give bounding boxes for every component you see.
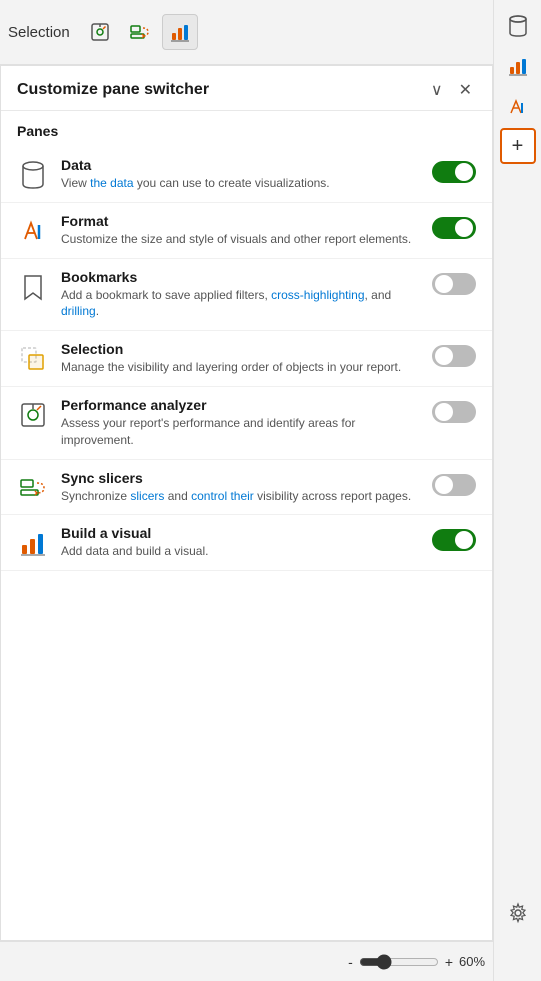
zoom-slider[interactable]	[359, 954, 439, 970]
pane-content-selection: Selection Manage the visibility and layer…	[61, 341, 420, 376]
desc-link[interactable]: drilling	[61, 304, 96, 318]
performance-analyzer-top-btn[interactable]	[82, 14, 118, 50]
pane-name-format: Format	[61, 213, 420, 229]
pane-content-build-visual: Build a visual Add data and build a visua…	[61, 525, 420, 560]
panel-close-btn[interactable]: ✕	[455, 78, 476, 102]
pane-content-sync-slicers: Sync slicers Synchronize slicers and cont…	[61, 470, 420, 505]
plus-icon: +	[512, 135, 524, 158]
sidebar-add-icon-btn[interactable]: +	[500, 128, 536, 164]
pane-icon-build-visual	[17, 527, 49, 559]
pane-toggle-btn-selection[interactable]	[432, 345, 476, 367]
pane-toggle-bookmarks	[432, 273, 476, 300]
pane-toggle-performance	[432, 401, 476, 428]
pane-toggle-build-visual	[432, 529, 476, 556]
pane-desc-sync-slicers: Synchronize slicers and control their vi…	[61, 488, 420, 505]
pane-item-data: Data View the data you can use to create …	[1, 147, 492, 203]
desc-link[interactable]: cross-highlighting	[271, 288, 364, 302]
pane-desc-data: View the data you can use to create visu…	[61, 175, 420, 192]
pane-icon-format	[17, 215, 49, 247]
pane-name-sync-slicers: Sync slicers	[61, 470, 420, 486]
panel-header-actions: ∨ ✕	[427, 78, 476, 102]
pane-content-format: Format Customize the size and style of vi…	[61, 213, 420, 248]
pane-icon-performance	[17, 399, 49, 431]
main-panel: Customize pane switcher ∨ ✕ Panes Data Vi…	[0, 65, 493, 941]
pane-toggle-btn-format[interactable]	[432, 217, 476, 239]
right-sidebar: +	[493, 0, 541, 981]
zoom-level-label: 60%	[459, 954, 495, 969]
pane-toggle-btn-sync-slicers[interactable]	[432, 474, 476, 496]
pane-content-performance: Performance analyzer Assess your report's…	[61, 397, 420, 449]
pane-desc-performance: Assess your report's performance and ide…	[61, 415, 420, 449]
pane-item-format: Format Customize the size and style of vi…	[1, 203, 492, 259]
pane-toggle-format	[432, 217, 476, 244]
desc-link[interactable]: the data	[90, 176, 133, 190]
top-bar-title: Selection	[8, 24, 70, 41]
pane-item-build-visual: Build a visual Add data and build a visua…	[1, 515, 492, 571]
pane-icon-data	[17, 159, 49, 191]
panel-header: Customize pane switcher ∨ ✕	[1, 66, 492, 111]
pane-item-performance: Performance analyzer Assess your report's…	[1, 387, 492, 460]
pane-item-bookmarks: Bookmarks Add a bookmark to save applied …	[1, 259, 492, 332]
sidebar-settings-icon-btn[interactable]	[500, 895, 536, 931]
bottom-bar: - + 60% ⛶	[0, 941, 541, 981]
pane-toggle-btn-performance[interactable]	[432, 401, 476, 423]
pane-toggle-btn-bookmarks[interactable]	[432, 273, 476, 295]
pane-name-bookmarks: Bookmarks	[61, 269, 420, 285]
desc-link[interactable]: slicers	[130, 489, 164, 503]
pane-item-sync-slicers: Sync slicers Synchronize slicers and cont…	[1, 460, 492, 516]
top-bar: Selection	[0, 0, 541, 65]
pane-toggle-btn-data[interactable]	[432, 161, 476, 183]
pane-name-data: Data	[61, 157, 420, 173]
desc-link[interactable]: control their	[191, 489, 254, 503]
pane-desc-selection: Manage the visibility and layering order…	[61, 359, 420, 376]
panel-title: Customize pane switcher	[17, 81, 209, 99]
sidebar-data-icon-btn[interactable]	[500, 8, 536, 44]
pane-icon-bookmarks	[17, 271, 49, 303]
zoom-minus-btn[interactable]: -	[348, 954, 353, 970]
pane-toggle-btn-build-visual[interactable]	[432, 529, 476, 551]
pane-name-build-visual: Build a visual	[61, 525, 420, 541]
sidebar-build-icon-btn[interactable]	[500, 48, 536, 84]
top-bar-icon-group	[82, 14, 198, 50]
pane-content-data: Data View the data you can use to create …	[61, 157, 420, 192]
panel-collapse-btn[interactable]: ∨	[427, 78, 447, 102]
build-visual-top-btn[interactable]	[162, 14, 198, 50]
pane-desc-build-visual: Add data and build a visual.	[61, 543, 420, 560]
panes-section-label: Panes	[1, 111, 492, 147]
pane-desc-format: Customize the size and style of visuals …	[61, 231, 420, 248]
panes-list: Data View the data you can use to create …	[1, 147, 492, 571]
pane-item-selection: Selection Manage the visibility and layer…	[1, 331, 492, 387]
pane-icon-sync-slicers	[17, 472, 49, 504]
zoom-plus-btn[interactable]: +	[445, 954, 453, 970]
pane-desc-bookmarks: Add a bookmark to save applied filters, …	[61, 287, 420, 321]
pane-icon-selection	[17, 343, 49, 375]
pane-toggle-data	[432, 161, 476, 188]
sync-slicers-top-btn[interactable]	[122, 14, 158, 50]
pane-toggle-selection	[432, 345, 476, 372]
pane-content-bookmarks: Bookmarks Add a bookmark to save applied …	[61, 269, 420, 321]
sidebar-format-icon-btn[interactable]	[500, 88, 536, 124]
pane-name-performance: Performance analyzer	[61, 397, 420, 413]
pane-name-selection: Selection	[61, 341, 420, 357]
pane-toggle-sync-slicers	[432, 474, 476, 501]
